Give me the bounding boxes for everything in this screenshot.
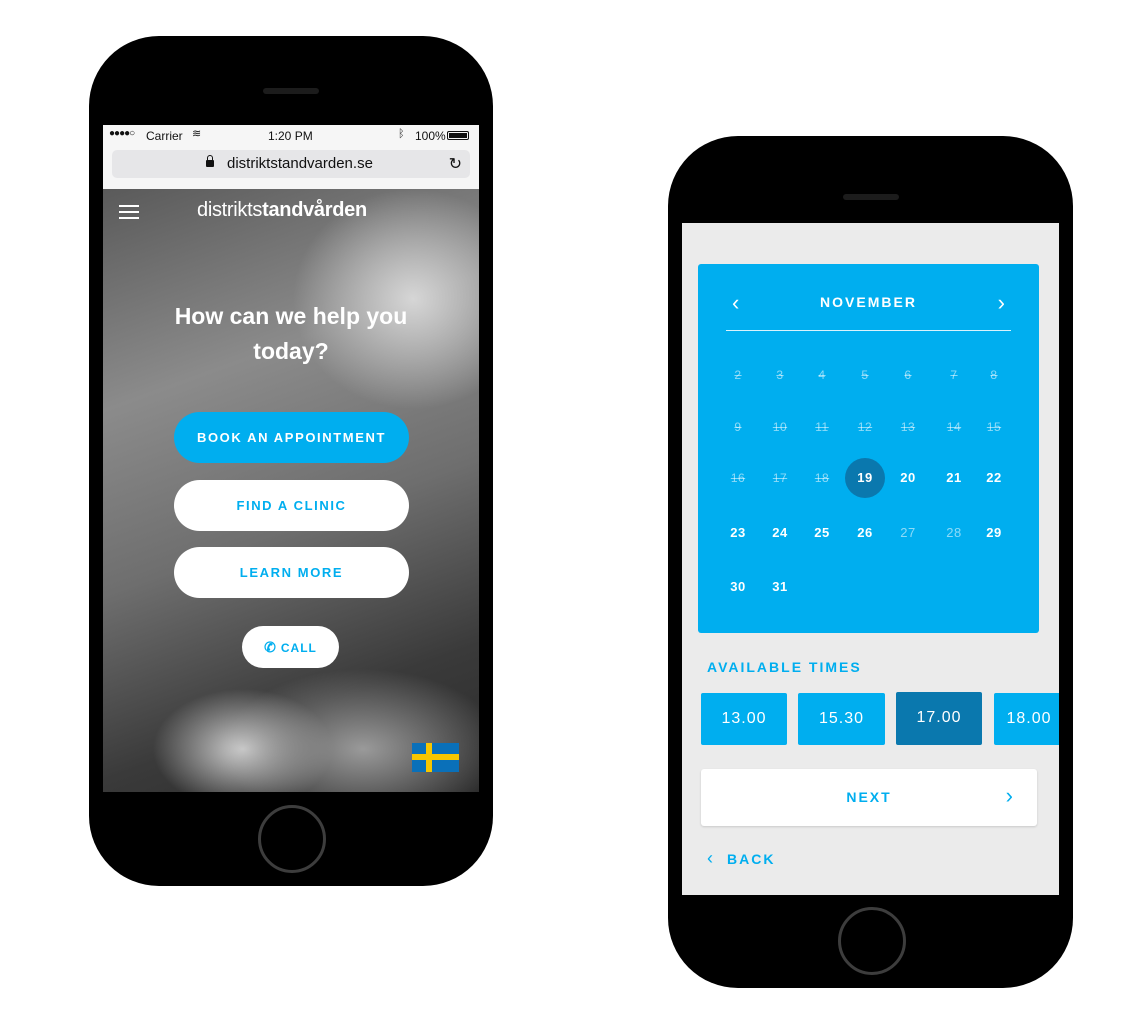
chevron-left-icon: ‹ [707,848,715,868]
menu-icon[interactable] [119,205,139,219]
next-label: NEXT [846,789,892,805]
signal-strength: ●●●●○ [109,128,135,139]
calendar-day: 3 [776,368,784,382]
website-screen: ●●●●○ Carrier ≋ 1:20 PM ᛒ 100% distrikts… [103,125,479,792]
calendar-day[interactable]: 29 [974,513,1014,553]
calendar-day: 10 [772,420,788,434]
available-times-label: AVAILABLE TIMES [707,659,862,675]
calendar-day[interactable]: 21 [934,458,974,498]
calendar-day: 4 [818,368,826,382]
brand-logo[interactable]: distriktstandvården [197,199,367,222]
calendar-day: 17 [772,471,788,485]
time-slot-button[interactable]: 18.00 [994,693,1059,745]
calendar-day: 6 [904,368,912,382]
calendar-day[interactable]: 19 [845,458,885,498]
calendar-day: 14 [946,420,962,434]
next-button[interactable]: NEXT › [701,769,1037,826]
calendar-day: 9 [734,420,742,434]
battery-icon [447,131,469,140]
calendar-day[interactable]: 23 [718,513,758,553]
back-label: BACK [727,851,776,867]
status-time: 1:20 PM [268,129,313,143]
calendar-day: 2 [734,368,742,382]
phone-icon: ✆ [264,639,277,655]
time-slot-button[interactable]: 13.00 [701,693,787,745]
phone-speaker [263,88,319,94]
learn-more-button[interactable]: LEARN MORE [174,547,409,598]
back-button[interactable]: ‹ BACK [707,848,775,869]
hero-section: distriktstandvården How can we help you … [103,189,479,792]
find-clinic-button[interactable]: FIND A CLINIC [174,480,409,531]
call-button[interactable]: ✆ CALL [242,626,339,668]
battery-percent: 100% [415,129,446,143]
lock-icon [206,155,214,167]
calendar-day[interactable]: 24 [760,513,800,553]
calendar-day: 8 [990,368,998,382]
calendar-day: 15 [986,420,1002,434]
browser-url-bar: distriktstandvarden.se ↻ [103,145,479,189]
carrier-label: Carrier [146,129,183,143]
calendar-day: 11 [815,420,829,434]
calendar-day: 28 [946,525,962,540]
brand-light-text: distrikts [197,199,263,221]
swedish-flag-icon[interactable] [412,743,459,772]
calendar-day: 16 [730,471,746,485]
calendar-header: ‹ NOVEMBER › [726,284,1011,331]
time-slot-button[interactable]: 15.30 [798,693,885,745]
bluetooth-icon: ᛒ [398,128,405,140]
status-bar: ●●●●○ Carrier ≋ 1:20 PM ᛒ 100% [103,125,479,145]
calendar: ‹ NOVEMBER › 2 3 4 5 6 7 8 9 10 11 12 13 14 15 16 17 18 1… [698,264,1039,633]
calendar-day: 13 [900,420,916,434]
home-button[interactable] [837,907,906,975]
call-label: CALL [280,641,317,655]
calendar-day[interactable]: 26 [845,513,885,553]
calendar-day: 7 [950,368,958,382]
reload-icon[interactable]: ↻ [449,154,462,174]
calendar-day: 18 [814,471,830,485]
calendar-day[interactable]: 25 [802,513,842,553]
time-slot-button[interactable]: 17.00 [896,692,982,745]
calendar-day[interactable]: 30 [718,567,758,607]
calendar-day: 27 [900,525,916,540]
chevron-right-icon: › [1005,783,1013,808]
hero-headline: How can we help you today? [174,303,408,364]
wifi-icon: ≋ [192,128,202,140]
booking-screen: ‹ NOVEMBER › 2 3 4 5 6 7 8 9 10 11 12 13 14 15 16 17 18 1… [682,223,1059,895]
chevron-right-icon[interactable]: › [998,292,1005,314]
book-appointment-button[interactable]: BOOK AN APPOINTMENT [174,412,409,463]
calendar-month: NOVEMBER [820,294,917,310]
home-button[interactable] [258,805,326,873]
calendar-day: 12 [857,420,873,434]
calendar-day[interactable]: 20 [888,458,928,498]
url-text: distriktstandvarden.se [227,155,373,172]
phone-speaker [842,194,899,200]
calendar-day: 5 [861,368,869,382]
address-field[interactable]: distriktstandvarden.se ↻ [112,150,470,178]
calendar-day[interactable]: 22 [974,458,1014,498]
calendar-day[interactable]: 31 [760,567,800,607]
brand-bold-text: tandvården [262,199,367,221]
